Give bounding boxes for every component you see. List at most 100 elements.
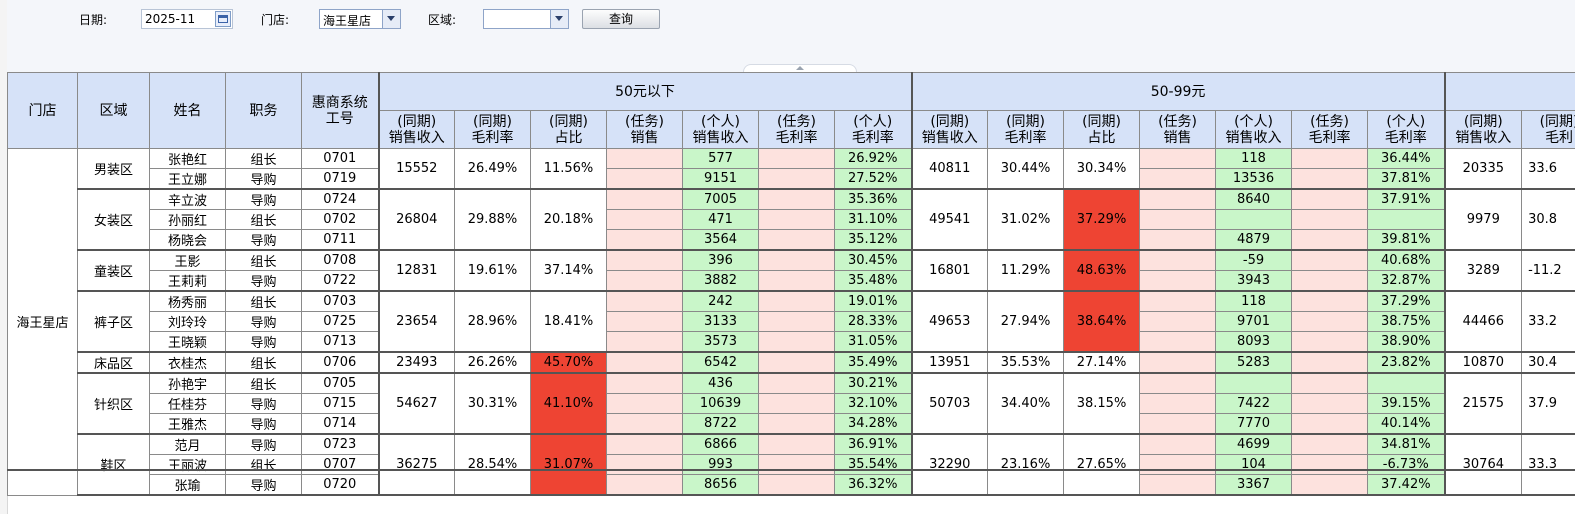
g1-subheader-1: (同期) 毛利率	[454, 110, 531, 149]
g2-task-margin-cell	[1291, 290, 1369, 312]
position-cell: 导购	[225, 413, 302, 435]
g1-personal-revenue-cell: 10639	[682, 393, 759, 414]
name-cell: 王莉莉	[149, 270, 226, 292]
region-cell: 床品区	[77, 351, 150, 374]
g1-task-margin-cell	[758, 474, 835, 496]
g1-prior-share-cell: 37.14%	[530, 249, 607, 292]
g1-personal-margin-cell: 32.10%	[833, 393, 913, 414]
name-cell: 杨晓会	[149, 229, 226, 251]
g1-task-sales-cell	[606, 229, 683, 251]
col-name-header: 姓名	[149, 72, 226, 149]
g2-personal-revenue-cell: 8093	[1215, 331, 1293, 353]
name-cell: 辛立波	[149, 188, 226, 210]
store-label: 门店:	[261, 13, 290, 27]
chevron-down-icon[interactable]	[382, 10, 400, 28]
g1-prior-share-cell: 20.18%	[530, 188, 607, 251]
g1-personal-revenue-cell: 3573	[682, 331, 759, 353]
g2-prior-revenue-cell: 32290	[911, 433, 989, 496]
g2-subheader-2: (同期) 占比	[1063, 110, 1141, 149]
g3-subheader-1: (同期) 毛利	[1521, 110, 1575, 149]
g2-personal-margin-cell: 23.82%	[1367, 351, 1446, 374]
g2-personal-revenue-cell: -59	[1215, 249, 1293, 271]
g2-task-margin-cell	[1291, 393, 1369, 414]
g2-prior-margin-cell: 11.29%	[987, 249, 1065, 292]
g1-personal-margin-cell: 28.33%	[833, 311, 913, 332]
store-select[interactable]: 海王星店	[319, 9, 401, 29]
position-cell: 组长	[225, 372, 302, 394]
g1-subheader-6: (个人) 毛利率	[833, 110, 913, 149]
calendar-icon[interactable]	[215, 11, 231, 27]
position-cell: 组长	[225, 351, 302, 374]
table-row: 鞋区 范月 导购 0723 36275 28.54% 31.07% 6866 36.91% 322…	[8, 433, 1575, 496]
name-cell: 张艳红	[149, 148, 226, 169]
g1-personal-margin-cell: 35.12%	[833, 229, 913, 251]
position-cell: 组长	[225, 454, 302, 475]
employee-id-cell: 0701	[301, 148, 380, 169]
g1-subheader-3: (任务) 销售	[606, 110, 683, 149]
g1-prior-revenue-cell: 15552	[378, 148, 455, 190]
g2-task-margin-cell	[1291, 454, 1369, 475]
employee-id-cell: 0707	[301, 454, 380, 475]
g1-task-sales-cell	[606, 372, 683, 394]
table-row: 王雅杰 导购 0714 8722 34.28% 7770 40.14%	[8, 413, 1575, 435]
employee-id-cell: 0708	[301, 249, 380, 271]
g1-personal-revenue-cell: 6542	[682, 351, 759, 374]
table-row: 王立娜 导购 0719 9151 27.52% 13536 37.81%	[8, 168, 1575, 190]
g2-personal-revenue-cell: 104	[1215, 454, 1293, 475]
g1-task-margin-cell	[758, 229, 835, 251]
g1-prior-margin-cell: 28.96%	[454, 290, 531, 353]
name-cell: 王丽波	[149, 454, 226, 475]
g2-task-sales-cell	[1139, 433, 1217, 455]
col-employee-id-header: 惠商系统 工号	[301, 72, 380, 149]
g3-prior-revenue-cell: 30764	[1444, 433, 1523, 496]
g2-task-sales-cell	[1139, 290, 1217, 312]
g2-task-margin-cell	[1291, 209, 1369, 230]
g1-task-sales-cell	[606, 454, 683, 475]
g2-subheader-5: (任务) 毛利率	[1291, 110, 1369, 149]
g1-prior-share-cell: 41.10%	[530, 372, 607, 435]
g1-personal-margin-cell: 30.21%	[833, 372, 913, 394]
g2-task-margin-cell	[1291, 474, 1369, 496]
g1-personal-revenue-cell: 9151	[682, 168, 759, 190]
employee-id-cell: 0706	[301, 351, 380, 374]
g1-personal-revenue-cell: 436	[682, 372, 759, 394]
position-cell: 导购	[225, 474, 302, 496]
position-cell: 导购	[225, 168, 302, 190]
region-cell: 女装区	[77, 188, 150, 251]
date-input[interactable]: 2025-11	[141, 9, 233, 29]
g1-task-margin-cell	[758, 249, 835, 271]
region-select[interactable]	[483, 9, 569, 29]
g2-prior-revenue-cell: 40811	[911, 148, 989, 190]
g1-prior-share-cell: 45.70%	[530, 351, 607, 374]
table-row: 童装区 王影 组长 0708 12831 19.61% 37.14% 396 30.45% 168…	[8, 249, 1575, 292]
g1-prior-share-cell: 31.07%	[530, 433, 607, 496]
g2-task-margin-cell	[1291, 168, 1369, 190]
name-cell: 孙丽红	[149, 209, 226, 230]
chevron-down-icon[interactable]	[550, 10, 568, 28]
g1-task-margin-cell	[758, 393, 835, 414]
query-button[interactable]: 查询	[582, 9, 660, 29]
employee-id-cell: 0714	[301, 413, 380, 435]
table-row: 海王星店 男装区 张艳红 组长 0701 15552 26.49% 11.56% 577 26.9…	[7, 148, 1575, 496]
g1-personal-revenue-cell: 242	[682, 290, 759, 312]
group-next-header	[1444, 72, 1575, 111]
g1-personal-revenue-cell: 6866	[682, 433, 759, 455]
g2-personal-margin-cell: 34.81%	[1367, 433, 1446, 455]
g1-task-margin-cell	[758, 168, 835, 190]
g1-personal-revenue-cell: 396	[682, 249, 759, 271]
g1-task-margin-cell	[758, 433, 835, 455]
name-cell: 刘玲玲	[149, 311, 226, 332]
g2-task-margin-cell	[1291, 249, 1369, 271]
g1-task-margin-cell	[758, 372, 835, 394]
g1-task-sales-cell	[606, 351, 683, 374]
g2-personal-revenue-cell: 7422	[1215, 393, 1293, 414]
g1-task-sales-cell	[606, 433, 683, 455]
g2-personal-margin-cell: 37.29%	[1367, 290, 1446, 312]
g1-prior-revenue-cell: 23654	[378, 290, 455, 353]
g1-task-sales-cell	[606, 311, 683, 332]
g2-personal-margin-cell	[1367, 372, 1446, 394]
g2-task-sales-cell	[1139, 331, 1217, 353]
g2-personal-revenue-cell: 4699	[1215, 433, 1293, 455]
employee-id-cell: 0703	[301, 290, 380, 312]
g3-prior-revenue-cell: 20335	[1444, 148, 1523, 190]
